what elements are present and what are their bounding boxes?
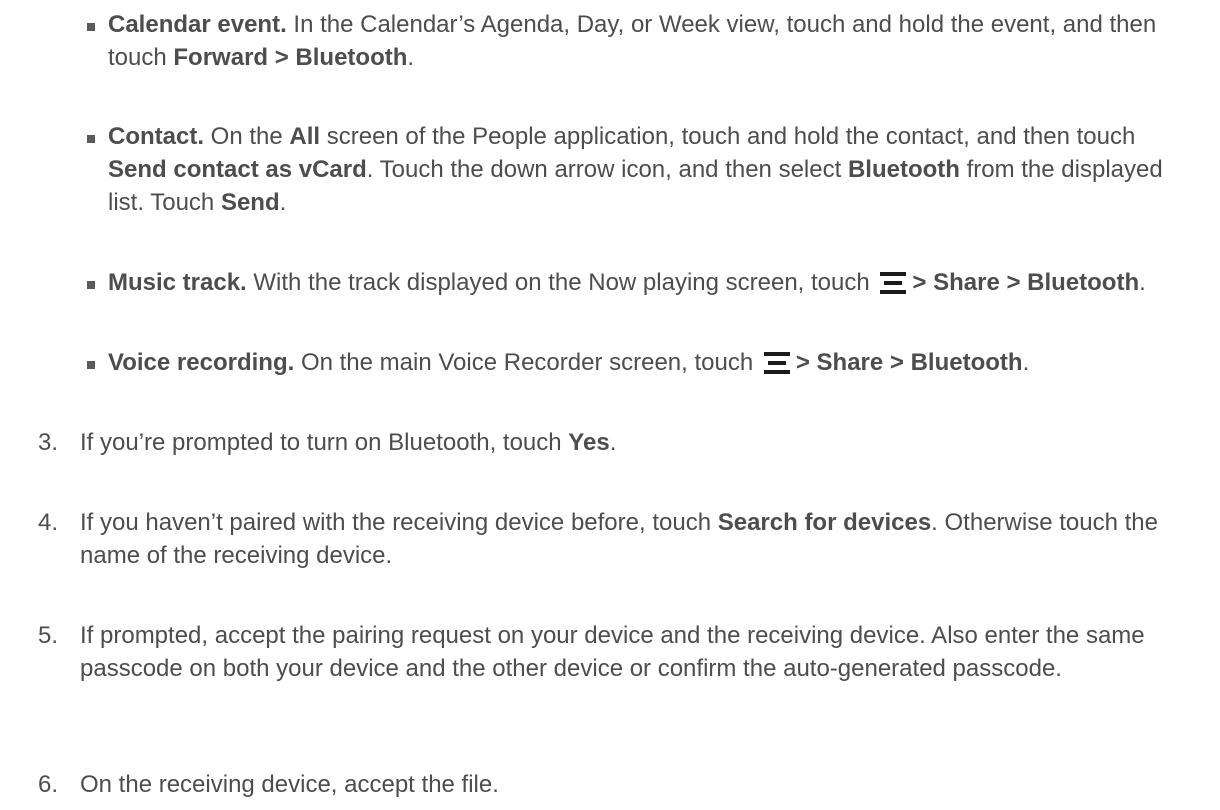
step-number: 4. [38,509,59,536]
menu-icon [763,352,790,374]
step-bold: Search for devices [717,509,932,536]
item-bold: All [289,123,321,150]
step-number: 6. [38,771,59,798]
item-bold: > Share > Bluetooth [912,269,1140,296]
step-text: If you’re prompted to turn on Bluetooth,… [80,426,1200,459]
list-item-voice-recording: Voice recording. On the main Voice Recor… [108,346,1198,379]
bullet-marker [87,281,95,289]
menu-icon [880,272,907,294]
item-text: . [1139,269,1146,296]
item-text: On the [204,123,290,150]
item-bold: Send contact as vCard [108,156,367,183]
item-bold: Forward > Bluetooth [173,44,408,71]
item-text: . Touch the down arrow icon, and then se… [366,156,848,183]
step-text-part: If you’re prompted to turn on Bluetooth,… [80,429,569,456]
item-lead: Voice recording. [108,349,295,376]
bullet-marker [87,135,95,143]
item-text: screen of the People application, touch … [320,123,1136,150]
item-lead: Contact. [108,123,204,150]
step-text-part: If you haven’t paired with the receiving… [80,509,718,536]
step-number: 3. [38,429,59,456]
item-text: With the track displayed on the Now play… [246,269,877,296]
step-bold: Yes [568,429,610,456]
step-text-part: On the receiving device, accept the file… [80,771,499,798]
step-text-part: . [609,429,617,456]
list-item-calendar-event: Calendar event. In the Calendar’s Agenda… [108,8,1198,74]
item-lead: Calendar event. [108,11,287,38]
item-text: On the main Voice Recorder screen, touch [294,349,760,376]
item-text: . [279,189,287,216]
step-text: If you haven’t paired with the receiving… [80,506,1200,572]
bullet-marker [87,23,95,31]
step-text-part: If prompted, accept the pairing request … [80,622,1145,682]
item-bold: > Share > Bluetooth [795,349,1023,376]
item-text: . [407,44,415,71]
step-text: If prompted, accept the pairing request … [80,619,1200,685]
step-text: On the receiving device, accept the file… [80,768,1200,801]
item-lead: Music track. [108,269,247,296]
item-bold: Bluetooth [847,156,960,183]
list-item-contact: Contact. On the All screen of the People… [108,120,1198,219]
list-item-music-track: Music track. With the track displayed on… [108,266,1198,299]
item-bold: Send [220,189,280,216]
bullet-marker [87,361,95,369]
step-number: 5. [38,622,59,649]
item-text: . [1022,349,1030,376]
